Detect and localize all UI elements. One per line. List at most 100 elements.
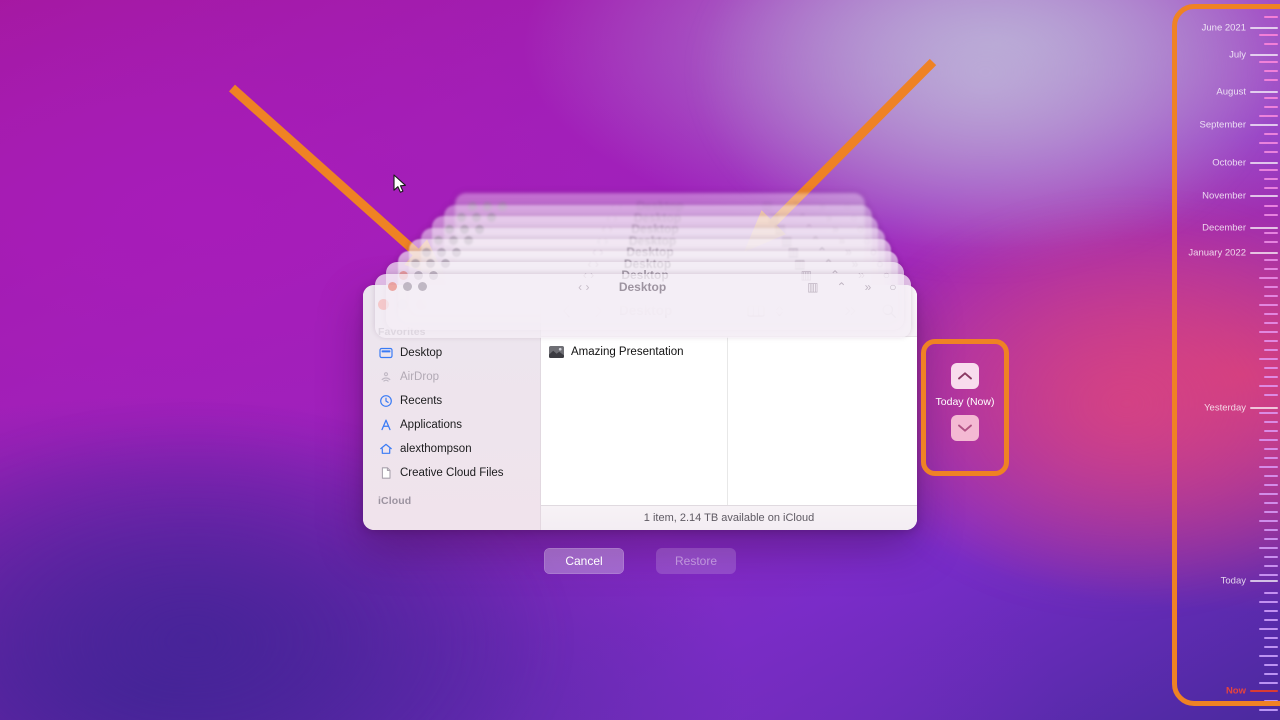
timeline-major-tick[interactable] xyxy=(1250,91,1278,93)
stacked-snapshot-window[interactable]: Desktop ‹ › ▥ ⌃ » ○ xyxy=(374,273,911,338)
timeline-tick[interactable] xyxy=(1259,169,1278,171)
timeline-label[interactable]: Today xyxy=(1221,576,1246,587)
time-machine-timeline[interactable]: June 2021 July August September October Novem… xyxy=(1160,0,1280,720)
sidebar-item-desktop[interactable]: Desktop xyxy=(363,341,540,365)
timeline-tick[interactable] xyxy=(1264,502,1278,504)
timeline-tick[interactable] xyxy=(1264,421,1278,423)
timeline-tick[interactable] xyxy=(1264,70,1278,72)
timeline-major-tick[interactable] xyxy=(1250,252,1278,254)
timeline-tick[interactable] xyxy=(1264,367,1278,369)
timeline-tick[interactable] xyxy=(1264,538,1278,540)
timeline-tick[interactable] xyxy=(1264,259,1278,261)
timeline-tick[interactable] xyxy=(1264,484,1278,486)
timeline-tick[interactable] xyxy=(1264,268,1278,270)
timeline-tick[interactable] xyxy=(1264,448,1278,450)
timeline-tick[interactable] xyxy=(1264,214,1278,216)
sidebar-item-creative-cloud-files[interactable]: Creative Cloud Files xyxy=(363,461,540,485)
timeline-major-tick[interactable] xyxy=(1250,690,1278,692)
timeline-tick[interactable] xyxy=(1259,466,1278,468)
timeline-tick[interactable] xyxy=(1264,610,1278,612)
timeline-label[interactable]: June 2021 xyxy=(1202,23,1246,34)
timeline-tick[interactable] xyxy=(1264,133,1278,135)
timeline-label[interactable]: December xyxy=(1202,223,1246,234)
timeline-tick[interactable] xyxy=(1259,520,1278,522)
timeline-tick[interactable] xyxy=(1259,115,1278,117)
timeline-tick[interactable] xyxy=(1264,340,1278,342)
timeline-tick[interactable] xyxy=(1264,430,1278,432)
timeline-tick[interactable] xyxy=(1264,619,1278,621)
timeline-label[interactable]: Now xyxy=(1226,686,1246,697)
timeline-tick[interactable] xyxy=(1259,385,1278,387)
timeline-tick[interactable] xyxy=(1259,655,1278,657)
timeline-tick[interactable] xyxy=(1264,16,1278,18)
timeline-tick[interactable] xyxy=(1259,601,1278,603)
timeline-major-tick[interactable] xyxy=(1250,124,1278,126)
timeline-tick[interactable] xyxy=(1264,637,1278,639)
timeline-label[interactable]: October xyxy=(1212,158,1246,169)
timeline-tick[interactable] xyxy=(1259,331,1278,333)
timeline-tick[interactable] xyxy=(1264,529,1278,531)
timeline-tick[interactable] xyxy=(1264,313,1278,315)
timeline-tick[interactable] xyxy=(1264,97,1278,99)
timeline-major-tick[interactable] xyxy=(1250,227,1278,229)
timeline-tick[interactable] xyxy=(1259,493,1278,495)
timeline-tick[interactable] xyxy=(1259,34,1278,36)
timeline-major-tick[interactable] xyxy=(1250,407,1278,409)
timeline-tick[interactable] xyxy=(1259,574,1278,576)
timeline-tick[interactable] xyxy=(1259,61,1278,63)
timeline-label[interactable]: August xyxy=(1216,87,1246,98)
sidebar-item-airdrop[interactable]: AirDrop xyxy=(363,365,540,389)
timeline-tick[interactable] xyxy=(1264,475,1278,477)
timeline-tick[interactable] xyxy=(1264,295,1278,297)
timeline-tick[interactable] xyxy=(1264,151,1278,153)
timeline-tick[interactable] xyxy=(1264,700,1278,702)
timeline-label[interactable]: September xyxy=(1200,120,1246,131)
timeline-tick[interactable] xyxy=(1264,205,1278,207)
timeline-tick[interactable] xyxy=(1264,286,1278,288)
timeline-tick[interactable] xyxy=(1264,349,1278,351)
timeline-label[interactable]: November xyxy=(1202,191,1246,202)
timeline-major-tick[interactable] xyxy=(1250,195,1278,197)
timeline-tick[interactable] xyxy=(1264,241,1278,243)
timeline-tick[interactable] xyxy=(1264,511,1278,513)
timeline-tick[interactable] xyxy=(1259,142,1278,144)
timeline-label[interactable]: Yesterday xyxy=(1204,403,1246,414)
timeline-major-tick[interactable] xyxy=(1250,580,1278,582)
timeline-tick[interactable] xyxy=(1259,304,1278,306)
sidebar-item-home[interactable]: alexthompson xyxy=(363,437,540,461)
timeline-label[interactable]: January 2022 xyxy=(1188,248,1246,259)
timeline-tick[interactable] xyxy=(1264,178,1278,180)
timeline-major-tick[interactable] xyxy=(1250,27,1278,29)
sidebar-item-applications[interactable]: Applications xyxy=(363,413,540,437)
cancel-button[interactable]: Cancel xyxy=(544,548,624,574)
timeline-tick[interactable] xyxy=(1264,565,1278,567)
timeline-major-tick[interactable] xyxy=(1250,162,1278,164)
previous-snapshot-button[interactable] xyxy=(951,363,979,389)
timeline-tick[interactable] xyxy=(1259,7,1278,9)
timeline-tick[interactable] xyxy=(1259,439,1278,441)
timeline-tick[interactable] xyxy=(1264,322,1278,324)
timeline-tick[interactable] xyxy=(1264,43,1278,45)
timeline-tick[interactable] xyxy=(1259,412,1278,414)
timeline-tick[interactable] xyxy=(1264,79,1278,81)
timeline-tick[interactable] xyxy=(1264,376,1278,378)
timeline-tick[interactable] xyxy=(1259,682,1278,684)
timeline-tick[interactable] xyxy=(1264,556,1278,558)
timeline-tick[interactable] xyxy=(1264,592,1278,594)
timeline-tick[interactable] xyxy=(1259,358,1278,360)
timeline-tick[interactable] xyxy=(1264,106,1278,108)
timeline-tick[interactable] xyxy=(1259,277,1278,279)
timeline-tick[interactable] xyxy=(1264,673,1278,675)
timeline-tick[interactable] xyxy=(1264,232,1278,234)
timeline-tick[interactable] xyxy=(1264,664,1278,666)
timeline-tick[interactable] xyxy=(1264,394,1278,396)
timeline-tick[interactable] xyxy=(1259,547,1278,549)
timeline-tick[interactable] xyxy=(1259,709,1278,711)
timeline-tick[interactable] xyxy=(1259,628,1278,630)
timeline-label[interactable]: July xyxy=(1229,50,1246,61)
timeline-tick[interactable] xyxy=(1264,187,1278,189)
next-snapshot-button[interactable] xyxy=(951,415,979,441)
timeline-major-tick[interactable] xyxy=(1250,54,1278,56)
timeline-tick[interactable] xyxy=(1264,646,1278,648)
sidebar-item-recents[interactable]: Recents xyxy=(363,389,540,413)
